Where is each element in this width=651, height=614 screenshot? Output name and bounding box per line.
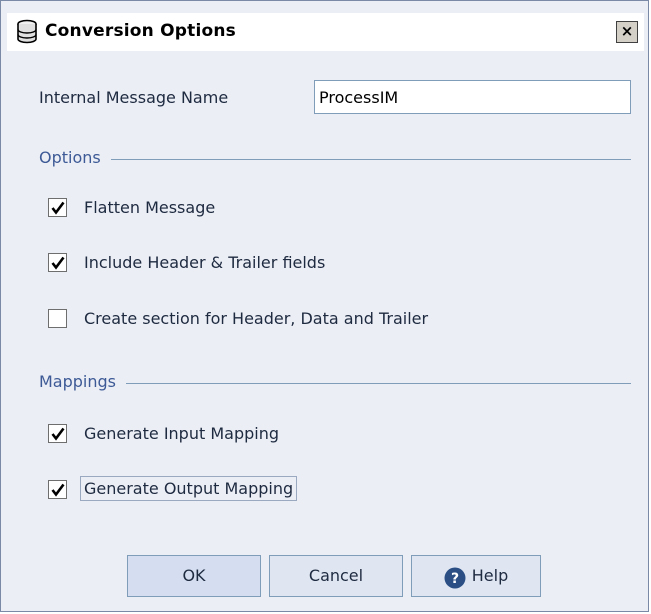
generate-input-mapping-label: Generate Input Mapping	[84, 424, 279, 443]
internal-message-name-label: Internal Message Name	[39, 88, 229, 107]
checkbox-box[interactable]	[48, 198, 67, 217]
checkbox-box[interactable]	[48, 480, 67, 499]
options-divider	[39, 159, 631, 160]
generate-output-mapping-label: Generate Output Mapping	[80, 476, 298, 501]
checkmark-icon	[51, 427, 65, 441]
cancel-button[interactable]: Cancel	[269, 555, 403, 597]
help-button-label: Help	[471, 566, 509, 585]
dialog-title: Conversion Options	[45, 21, 236, 41]
create-section-label: Create section for Header, Data and Trai…	[84, 309, 429, 328]
include-header-trailer-label: Include Header & Trailer fields	[84, 253, 326, 272]
mappings-divider	[39, 383, 631, 384]
database-icon	[15, 19, 39, 45]
options-section: Options	[39, 148, 631, 170]
conversion-options-dialog: Conversion Options × Internal Message Na…	[0, 0, 649, 612]
options-section-title: Options	[39, 148, 111, 167]
internal-message-name-input[interactable]	[314, 80, 631, 114]
mappings-section-title: Mappings	[39, 372, 126, 391]
checkbox-box[interactable]	[48, 424, 67, 443]
checkmark-icon	[51, 201, 65, 215]
help-icon: ?	[444, 564, 466, 588]
help-button[interactable]: ? Help	[411, 555, 541, 597]
checkmark-icon	[51, 256, 65, 270]
checkbox-box[interactable]	[48, 309, 67, 328]
mappings-section: Mappings	[39, 372, 631, 394]
close-button[interactable]: ×	[616, 21, 638, 43]
flatten-message-label: Flatten Message	[84, 198, 216, 217]
close-icon: ×	[620, 22, 634, 40]
checkbox-box[interactable]	[48, 253, 67, 272]
ok-button[interactable]: OK	[127, 555, 261, 597]
checkmark-icon	[51, 483, 65, 497]
title-bar[interactable]: Conversion Options ×	[7, 13, 644, 51]
svg-text:?: ?	[451, 571, 459, 587]
